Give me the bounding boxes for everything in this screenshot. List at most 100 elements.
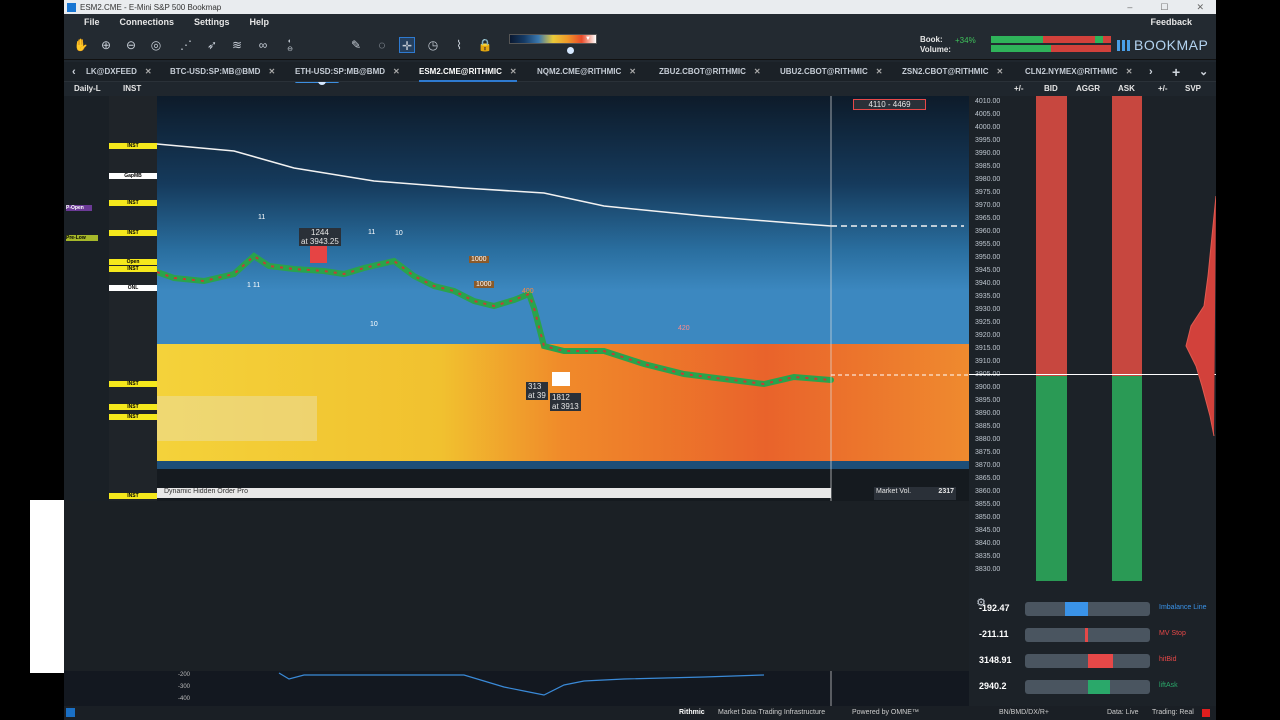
feedback-link[interactable]: Feedback [1150,17,1192,27]
rocket-icon[interactable]: ➶ [204,37,220,53]
lower-indicator-panel[interactable] [64,501,969,671]
plus-minus-header[interactable]: +/- [1014,84,1024,93]
lock-icon[interactable]: 🔒 [477,37,493,53]
crosshair-icon[interactable]: ✛ [399,37,415,53]
level-inst: INST [109,266,157,272]
daily-levels-header[interactable]: Daily-L [74,84,101,93]
ladder-price: 4005.00 [975,111,1001,118]
ladder-price: 3950.00 [975,254,1001,261]
tab-menu-icon[interactable]: ⌄ [1199,62,1208,82]
bid-header[interactable]: BID [1044,84,1058,93]
tab-zsn2-cbot-rithmic[interactable]: ZSN2.CBOT@RITHMIC ✕ [902,62,1003,82]
ladder-price: 3850.00 [975,514,1001,521]
layers-icon[interactable]: ≋ [229,37,245,53]
tab-close-icon[interactable]: ✕ [996,67,1003,76]
ladder-price: 3960.00 [975,228,1001,235]
tab-nqm2-cme-rithmic[interactable]: NQM2.CME@RITHMIC ✕ [537,62,636,82]
indicator-row[interactable]: -211.11 MV Stop [969,625,1216,645]
menu-file[interactable]: File [84,17,100,27]
zoom-fit-icon[interactable]: ◎ [148,37,164,53]
level-popen: P-Open [66,205,92,211]
indicator-bar-fill [1065,602,1088,616]
chart-icon[interactable]: ⌇ [451,37,467,53]
range-box: 4110 - 4469 [853,99,926,110]
tab-lk-dxfeed[interactable]: LK@DXFEED ✕ [86,62,152,82]
tab-cln2-nymex-rithmic[interactable]: CLN2.NYMEX@RITHMIC ✕ [1025,62,1132,82]
zoom-in-icon[interactable]: ⊕ [98,37,114,53]
tab-close-icon[interactable]: ✕ [145,67,152,76]
hand-icon[interactable]: ✋ [73,37,89,53]
tab-close-icon[interactable]: ✕ [393,67,400,76]
timer-icon[interactable]: ◷ [425,37,441,53]
chat-icon[interactable]: ◌ [374,37,390,53]
ladder-price: 3955.00 [975,241,1001,248]
tab-scroll-left-icon[interactable]: ‹ [72,62,76,82]
indicator-row[interactable]: 3148.91 hitBid [969,651,1216,671]
close-window-button[interactable]: ✕ [1196,2,1204,13]
share-icon[interactable]: ⋰ [178,37,194,53]
book-balance-bar [991,36,1111,43]
tab-esm2-cme-rithmic[interactable]: ESM2.CME@RITHMIC ✕ [419,62,517,82]
aggr-header[interactable]: AGGR [1076,84,1100,93]
heatmap-color-scale[interactable] [509,34,597,44]
link-icon[interactable]: ∞ [255,37,271,53]
indicator-row[interactable]: -192.47 Imbalance Line [969,599,1216,619]
menu-connections[interactable]: Connections [120,17,175,27]
indicator-name: liftAsk [1159,682,1178,689]
heatmap-scale-knob[interactable] [567,47,574,54]
ladder-price: 3900.00 [975,384,1001,391]
tab-close-icon[interactable]: ✕ [754,67,761,76]
level-onl: ONL [109,285,157,291]
bid-volume-green [1036,376,1067,581]
ladder-price: 3925.00 [975,319,1001,326]
menu-help[interactable]: Help [250,17,270,27]
price-ladder[interactable]: 4010.00 4005.00 4000.00 3995.00 3990.00 3985.… [969,96,1216,581]
tab-close-icon[interactable]: ✕ [629,67,636,76]
rithmic-logo: Rithmic [679,709,705,716]
heatmap-svg [154,96,969,501]
indicator-row[interactable]: 2940.2 liftAsk [969,677,1216,697]
indicator-bar-fill [1085,628,1088,642]
ladder-price: 3990.00 [975,150,1001,157]
ladder-price: 3895.00 [975,397,1001,404]
pencil-icon[interactable]: ✎ [348,37,364,53]
heatmap-chart[interactable]: 4110 - 4469 1244 at 3943.25 313 at 39 1812… [64,96,969,501]
add-tab-button[interactable]: + [1172,62,1180,82]
level-inst: INST [109,414,157,420]
svp-header[interactable]: SVP [1185,84,1201,93]
level-inst: INST [109,381,157,387]
ladder-price: 3875.00 [975,449,1001,456]
indicator-name: hitBid [1159,656,1177,663]
big-trade-1: 1244 at 3943.25 [299,228,341,246]
ask-header[interactable]: ASK [1118,84,1135,93]
tab-label: ESM2.CME@RITHMIC [419,67,502,76]
tab-zbu2-cbot-rithmic[interactable]: ZBU2.CBOT@RITHMIC ✕ [659,62,761,82]
tab-eth-usd-sp-mb-bmd[interactable]: ETH-USD:SP:MB@BMD ✕ [295,62,400,82]
tab-close-icon[interactable]: ✕ [268,67,275,76]
maximize-button[interactable]: ☐ [1160,2,1168,13]
ladder-price: 3840.00 [975,540,1001,547]
svp-shape [1185,196,1216,436]
daily-levels-column: P-Open Pre-Low [64,96,109,501]
big-trade-marker-2 [552,372,570,386]
minimize-button[interactable]: – [1127,2,1132,13]
tab-ubu2-cbot-rithmic[interactable]: UBU2.CBOT@RITHMIC ✕ [780,62,883,82]
tab-close-icon[interactable]: ✕ [1126,67,1133,76]
zoom-out-icon[interactable]: ⊖ [123,37,139,53]
tab-close-icon[interactable]: ✕ [510,67,517,76]
tab-close-icon[interactable]: ✕ [876,67,883,76]
ladder-price: 3995.00 [975,137,1001,144]
plus-minus-header-2[interactable]: +/- [1158,84,1168,93]
tab-btc-usd-sp-mb-bmd[interactable]: BTC-USD:SP:MB@BMD ✕ [170,62,275,82]
trade-label: 11 [258,214,266,221]
volume-balance-bar [991,45,1111,52]
imbalance-subchart[interactable]: -200 -300 -400 [64,671,969,707]
ladder-price: 3880.00 [975,436,1001,443]
right-black-border [1216,0,1280,720]
menu-settings[interactable]: Settings [194,17,230,27]
tab-scroll-right-icon[interactable]: › [1149,62,1153,82]
heatmap-dropdown-icon[interactable]: ▼ [585,36,591,42]
rithmic-subtitle: Market Data·Trading Infrastructure [718,709,826,716]
inst-header[interactable]: INST [123,84,141,93]
window-title: ESM2.CME - E-Mini S&P 500 Bookmap [80,2,222,12]
